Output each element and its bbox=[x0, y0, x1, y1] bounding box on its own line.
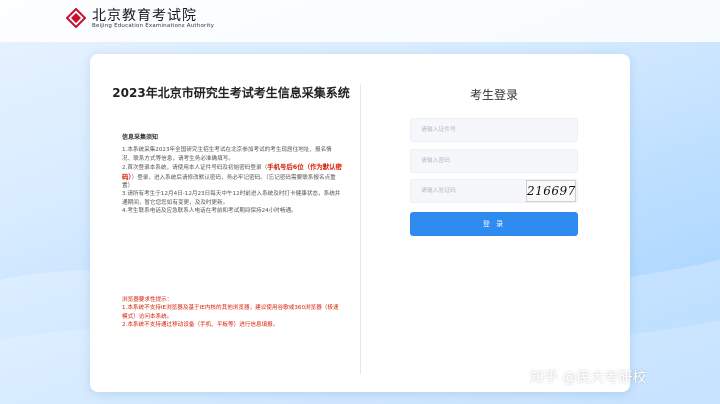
browser-heading: 浏览器要求性提示： bbox=[122, 297, 173, 303]
watermark: 知乎 @民大考研校 bbox=[530, 370, 647, 386]
logo-icon bbox=[66, 8, 86, 28]
notice-item-2: 2.首次登录本系统，请使用本人证件号码及初始密码登录（手机号后6位（作为默认密码… bbox=[122, 163, 342, 190]
top-header: 北京教育考试院 Beijing Education Examinations A… bbox=[0, 0, 720, 42]
main-card: 2023年北京市研究生考试考生信息采集系统 信息采集须知 1.本系统采集2023… bbox=[90, 54, 630, 392]
id-number-input[interactable] bbox=[410, 118, 578, 142]
browser-item-2: 2.本系统不支持通过移动设备（手机、平板等）进行信息填报。 bbox=[122, 322, 279, 329]
system-title: 2023年北京市研究生考试考生信息采集系统 bbox=[112, 86, 350, 100]
login-button[interactable]: 登 录 bbox=[410, 212, 578, 236]
browser-requirements: 浏览器要求性提示： 1.本系统不支持IE浏览器及基于IE内核的其他浏览器，建议使… bbox=[122, 296, 342, 330]
browser-item-1: 1.本系统不支持IE浏览器及基于IE内核的其他浏览器，建议使用谷歌或360浏览器… bbox=[122, 305, 339, 320]
notice-item-4: 4.考生联系电话及应急联系人电话在考前和考试期间保持24小时畅通。 bbox=[122, 208, 297, 215]
captcha-image[interactable]: 216697 bbox=[526, 180, 576, 202]
org-name-cn: 北京教育考试院 bbox=[92, 8, 197, 24]
org-name-en: Beijing Education Examinations Authority bbox=[92, 23, 215, 29]
notice-item-3: 3.请所有考生于12月4日-12月23日每天中午12时前进入系统及时打卡健康状态… bbox=[122, 191, 341, 206]
notice-section: 信息采集须知 1.本系统采集2023年全国研究生招生考试在北京参加考试的考生现居… bbox=[122, 134, 342, 216]
vertical-divider bbox=[360, 84, 361, 374]
login-title: 考生登录 bbox=[469, 88, 518, 102]
password-input[interactable] bbox=[410, 149, 578, 173]
notice-heading: 信息采集须知 bbox=[122, 134, 159, 141]
notice-item-1: 1.本系统采集2023年全国研究生招生考试在北京参加考试的考生现居住地址、报名情… bbox=[122, 147, 332, 162]
